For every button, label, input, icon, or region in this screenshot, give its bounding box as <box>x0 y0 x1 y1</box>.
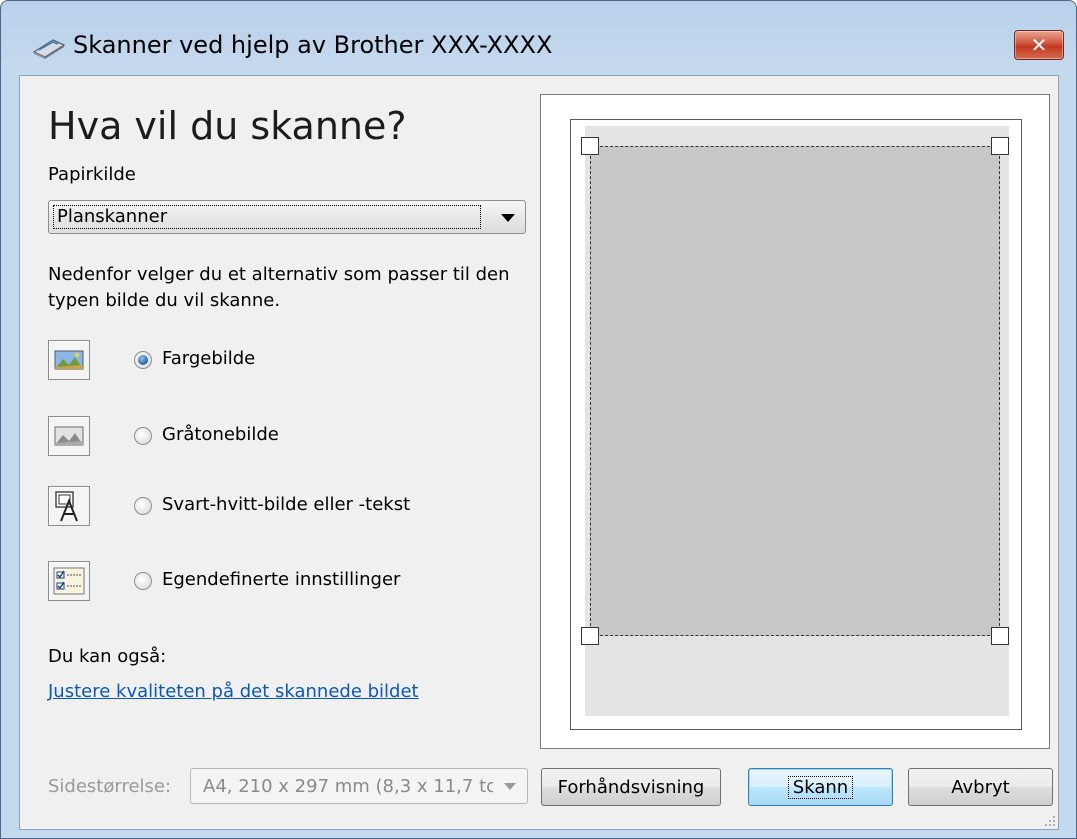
black-white-text-label[interactable]: Svart-hvitt-bilde eller -tekst <box>162 494 410 515</box>
instructions-text: Nedenfor velger du et alternativ som pas… <box>48 264 510 311</box>
resize-handle-top-left[interactable] <box>581 137 599 155</box>
window-title: Skanner ved hjelp av Brother XXX-XXXX <box>73 31 553 59</box>
black-white-text-radio[interactable] <box>134 497 152 515</box>
custom-settings-radio[interactable] <box>134 572 152 590</box>
resize-handle-bottom-right[interactable] <box>991 627 1009 645</box>
grayscale-picture-icon[interactable] <box>48 416 90 456</box>
color-picture-label[interactable]: Fargebilde <box>162 348 255 369</box>
grayscale-picture-label[interactable]: Gråtonebilde <box>162 424 279 445</box>
also-label: Du kan også: <box>48 646 167 667</box>
resize-grip-icon[interactable] <box>1044 815 1056 827</box>
resize-handle-top-right[interactable] <box>991 137 1009 155</box>
custom-settings-label[interactable]: Egendefinerte innstillinger <box>162 569 400 590</box>
page-size-label: Sidestørrelse: <box>48 776 172 797</box>
resize-handle-bottom-left[interactable] <box>581 627 599 645</box>
scanner-dialog-window: Skanner ved hjelp av Brother XXX-XXXX ✕ … <box>0 0 1077 839</box>
adjust-quality-link[interactable]: Justere kvaliteten på det skannede bilde… <box>48 681 419 702</box>
scan-button[interactable]: Skann <box>748 768 893 806</box>
scan-area-selection[interactable] <box>590 146 1000 636</box>
preview-frame <box>570 119 1022 730</box>
color-picture-radio[interactable] <box>134 351 152 369</box>
preview-button-label: Forhåndsvisning <box>557 776 705 798</box>
title-bar: Skanner ved hjelp av Brother XXX-XXXX ✕ <box>1 1 1076 75</box>
cancel-button-label: Avbryt <box>951 776 1010 798</box>
scanner-icon <box>32 39 66 59</box>
close-icon: ✕ <box>1030 33 1048 57</box>
cancel-button[interactable]: Avbryt <box>908 768 1053 806</box>
paper-source-value: Planskanner <box>53 205 481 229</box>
preview-button[interactable]: Forhåndsvisning <box>541 768 721 806</box>
close-button[interactable]: ✕ <box>1014 30 1064 60</box>
page-size-dropdown: A4, 210 x 297 mm (8,3 x 11,7 tommer) <box>190 768 528 804</box>
paper-source-label: Papirkilde <box>48 164 136 185</box>
page-size-value: A4, 210 x 297 mm (8,3 x 11,7 tommer) <box>203 776 493 797</box>
page-title: Hva vil du skanne? <box>48 104 407 148</box>
grayscale-picture-radio[interactable] <box>134 427 152 445</box>
dialog-body: Hva vil du skanne? Papirkilde Planskanne… <box>19 75 1059 830</box>
chevron-down-icon <box>504 783 516 790</box>
color-picture-icon[interactable] <box>48 340 90 380</box>
black-white-text-icon[interactable] <box>48 486 90 526</box>
chevron-down-icon <box>501 214 515 222</box>
paper-source-dropdown[interactable]: Planskanner <box>48 200 526 234</box>
scan-button-label: Skann <box>787 775 854 799</box>
custom-settings-icon[interactable] <box>48 561 90 601</box>
preview-panel <box>540 94 1050 749</box>
